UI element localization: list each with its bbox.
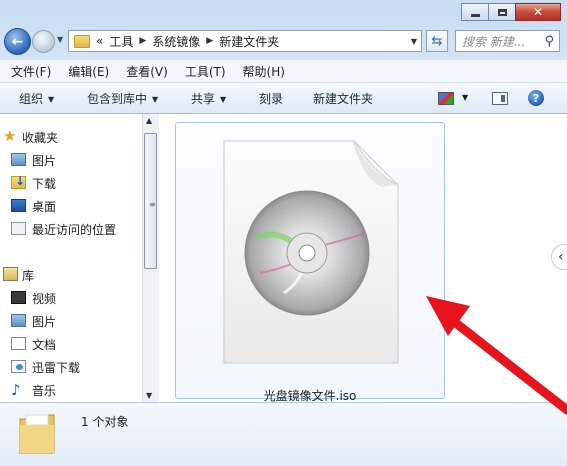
annotation-arrow [426, 296, 567, 415]
explorer-window: ✕ ← → ▼ « 工具 ▶ 系统镜像 ▶ 新建文件夹 ▼ ⇆ 搜索 新建...… [0, 0, 567, 466]
